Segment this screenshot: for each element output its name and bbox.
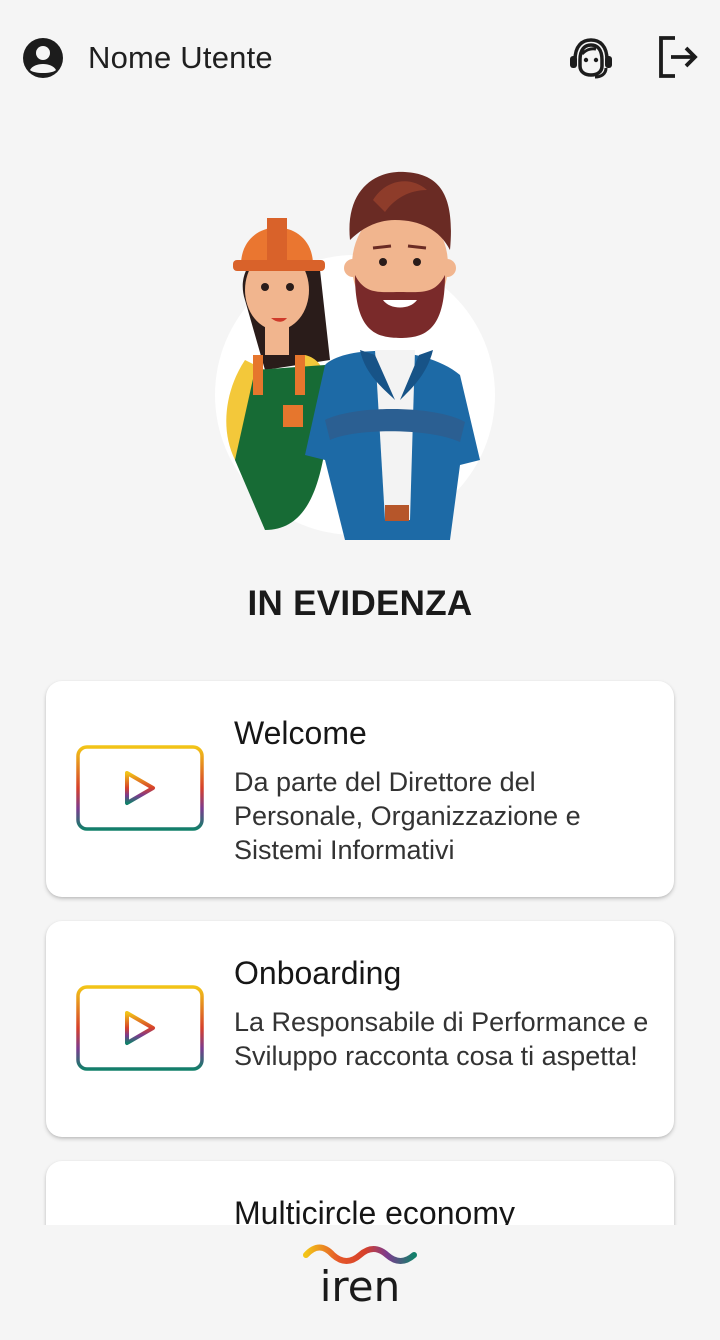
user-profile-button[interactable]: Nome Utente	[22, 36, 273, 80]
play-video-icon	[76, 745, 204, 831]
video-card-multicircle-economy[interactable]: Multicircle economy	[46, 1161, 674, 1225]
account-circle-icon	[23, 38, 63, 78]
highlights-list[interactable]: Welcome Da parte del Direttore del Perso…	[0, 668, 720, 1225]
hero-illustration	[205, 160, 505, 545]
play-video-icon	[76, 985, 204, 1071]
footer: iren	[0, 1225, 720, 1340]
svg-text:iren: iren	[320, 1262, 400, 1309]
top-bar: Nome Utente	[0, 0, 720, 118]
video-card-welcome[interactable]: Welcome Da parte del Direttore del Perso…	[46, 681, 674, 897]
headset-icon	[570, 38, 612, 79]
card-description: La Responsabile di Performance e Svilupp…	[234, 1007, 649, 1071]
card-title: Multicircle economy	[234, 1195, 515, 1225]
user-name: Nome Utente	[88, 40, 273, 75]
card-title: Welcome	[234, 715, 367, 751]
support-button[interactable]	[566, 34, 616, 82]
card-description: Da parte del Direttore del Personale, Or…	[234, 767, 581, 865]
section-title: IN EVIDENZA	[247, 584, 473, 623]
logout-button[interactable]	[655, 34, 701, 80]
logout-icon	[659, 36, 698, 78]
iren-logo: iren	[303, 1244, 417, 1309]
video-card-onboarding[interactable]: Onboarding La Responsabile di Performanc…	[46, 921, 674, 1137]
card-title: Onboarding	[234, 955, 402, 991]
worker-woman-illustration	[226, 218, 330, 530]
